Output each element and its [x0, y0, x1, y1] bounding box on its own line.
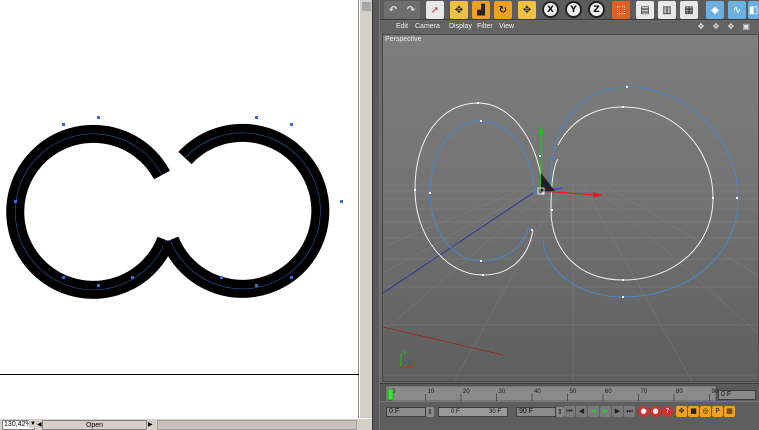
menu-edit[interactable]: Edit	[396, 23, 408, 30]
next-icon[interactable]: ▶	[148, 420, 154, 430]
redo-icon[interactable]: ↷	[402, 1, 420, 19]
axis-move-icon[interactable]: ✥	[518, 1, 536, 19]
c4d-toolbar: ↶ ↷ ➚ ✥ ▟ ↻ ✥ X Y Z ⬚ ▤ ▥ ▦ ◆ ∿ ◧	[380, 0, 759, 20]
viewport-scene: Y Z	[383, 35, 758, 381]
timeline-tick-label: 30	[499, 389, 506, 395]
spline-object-icon[interactable]: ∿	[728, 1, 746, 19]
goto-end-icon[interactable]: ⏭	[624, 406, 635, 417]
key-param-icon[interactable]: P	[712, 406, 723, 417]
key-pla-icon[interactable]: ▦	[724, 406, 735, 417]
timeline-tick-label: 70	[641, 389, 648, 395]
range-mini-label: 30 F	[489, 409, 502, 415]
record-icon[interactable]: ●	[638, 406, 649, 417]
menu-filter[interactable]: Filter	[477, 23, 493, 30]
prev-key-icon[interactable]: ◀	[576, 406, 587, 417]
z-axis-button[interactable]: Z	[588, 1, 605, 18]
key-rotation-icon[interactable]: ◎	[700, 406, 711, 417]
render-picture-icon[interactable]: ▥	[658, 1, 676, 19]
viewport-label: Perspective	[385, 36, 422, 43]
select-cursor-icon[interactable]: ➚	[426, 1, 444, 19]
coordinate-system-icon[interactable]: ⬚	[612, 1, 630, 19]
scale-tool-icon[interactable]: ▟	[472, 1, 490, 19]
end-frame-field[interactable]: 90 F	[516, 407, 556, 417]
svg-text:Z: Z	[408, 361, 412, 368]
range-start-label: 0 F	[451, 409, 460, 415]
autokey-icon[interactable]: ●	[650, 406, 661, 417]
illustrator-status-bar: 130,42% ▼ ◀ Open ▶	[0, 418, 372, 430]
status-menu[interactable]: Open	[42, 420, 147, 430]
timeline-ruler: 0 10 20 30 40 50 60 70 80 90	[385, 385, 719, 402]
move-tool-icon[interactable]: ✥	[450, 1, 468, 19]
cinema4d-window: ↶ ↷ ➚ ✥ ▟ ↻ ✥ X Y Z ⬚ ▤ ▥ ▦ ◆ ∿ ◧ Edit C…	[380, 0, 759, 430]
timeline[interactable]: 0 10 20 30 40 50 60 70 80 90	[380, 383, 759, 402]
timeline-tick-label: 50	[570, 389, 577, 395]
render-settings-icon[interactable]: ▦	[680, 1, 698, 19]
viewport-nav-icons[interactable]: ✥ ✥ ✥ ▣	[698, 22, 753, 31]
rotate-tool-icon[interactable]: ↻	[494, 1, 512, 19]
frame-range-slider[interactable]: 0 F 30 F	[438, 407, 508, 417]
play-icon[interactable]: ▶	[600, 406, 611, 417]
play-reverse-icon[interactable]: ◀	[588, 406, 599, 417]
key-scale-icon[interactable]: ■	[688, 406, 699, 417]
current-frame-field[interactable]: 0 F	[718, 390, 756, 400]
chevron-down-icon[interactable]: ▼	[29, 420, 37, 428]
goto-start-icon[interactable]: ⏮	[564, 406, 575, 417]
menu-camera[interactable]: Camera	[415, 23, 440, 30]
render-view-icon[interactable]: ▤	[636, 1, 654, 19]
artboard-edge	[0, 374, 359, 375]
timeline-tick-label: 40	[534, 389, 541, 395]
generator-icon[interactable]: ◧	[748, 1, 759, 19]
timeline-tick-label: 80	[676, 389, 683, 395]
end-frame-stepper-icon[interactable]: ⇕	[556, 407, 564, 417]
timeline-tick-label: 10	[428, 389, 435, 395]
timeline-tick-label: 60	[605, 389, 612, 395]
cube-object-icon[interactable]: ◆	[706, 1, 724, 19]
x-axis-button[interactable]: X	[542, 1, 559, 18]
infinity-artwork	[6, 116, 343, 299]
start-frame-stepper-icon[interactable]: ⇕	[426, 407, 434, 417]
illustrator-window: 130,42% ▼ ◀ Open ▶	[0, 0, 372, 430]
keyframe-help-icon[interactable]: ?	[662, 406, 673, 417]
start-frame-field[interactable]: 0 F	[386, 407, 426, 417]
scroll-grip[interactable]	[362, 2, 371, 11]
y-axis-button[interactable]: Y	[565, 1, 582, 18]
window-divider	[372, 0, 380, 430]
timeline-tick-label: 20	[463, 389, 470, 395]
viewport-background	[383, 35, 758, 381]
playback-controls: 0 F ⇕ 0 F 30 F 90 F ⇕ ⏮ ◀ ◀ ▶ ▶ ⏭ ● ● ? …	[380, 390, 759, 430]
undo-icon[interactable]: ↶	[384, 1, 402, 19]
next-key-icon[interactable]: ▶	[612, 406, 623, 417]
perspective-viewport[interactable]: Y Z Perspective	[382, 34, 759, 382]
screen: 130,42% ▼ ◀ Open ▶ ↶ ↷ ➚ ✥ ▟ ↻ ✥ X Y Z ⬚…	[0, 0, 759, 430]
horizontal-scrollbar[interactable]	[157, 420, 357, 430]
key-position-icon[interactable]: ✥	[676, 406, 687, 417]
vertical-scrollbar[interactable]	[359, 0, 372, 418]
svg-text:Y: Y	[402, 350, 407, 357]
viewport-menu-bar: Edit Camera Display Filter View ✥ ✥ ✥ ▣	[380, 21, 759, 34]
menu-view[interactable]: View	[499, 23, 514, 30]
playhead	[387, 388, 394, 401]
menu-display[interactable]: Display	[449, 23, 472, 30]
illustrator-canvas[interactable]	[0, 0, 359, 418]
